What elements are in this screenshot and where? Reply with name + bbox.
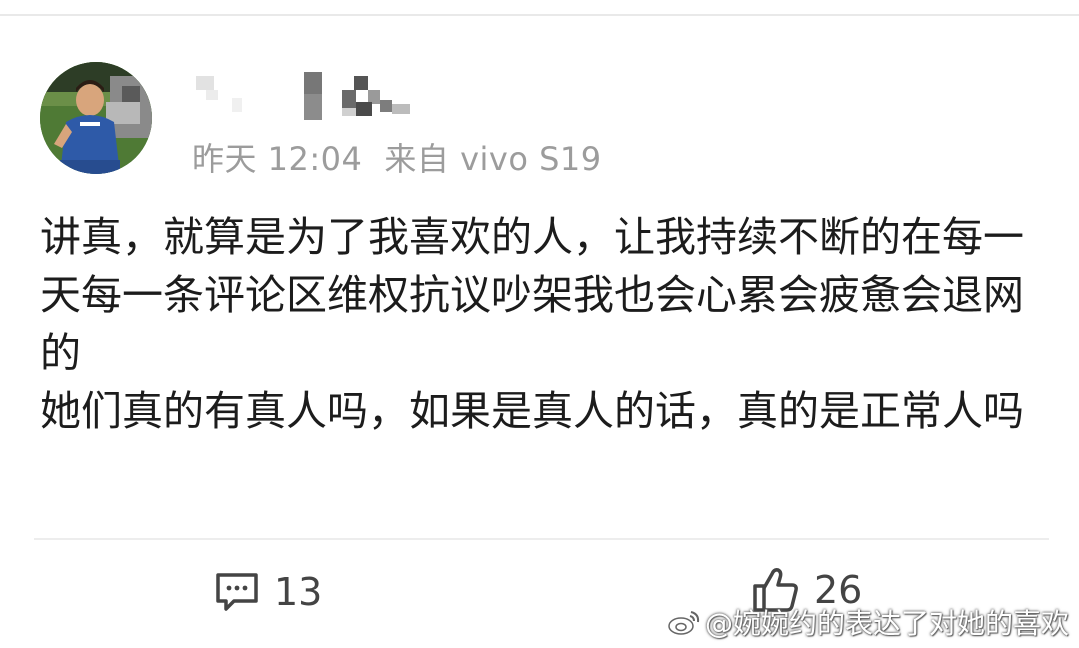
comment-button[interactable]: 13 [214,570,322,614]
comment-icon [216,573,258,611]
avatar-image [40,62,152,174]
username-censored[interactable] [196,72,426,122]
content-paragraph: 她们真的有真人吗，如果是真人的话，真的是正常人吗 [40,387,1024,435]
post-time: 昨天 12:04 [192,140,363,178]
weibo-watermark: @婉婉约的表达了对她的喜欢 [667,602,1069,642]
avatar[interactable] [40,62,152,174]
comment-count: 13 [274,570,323,614]
content-paragraph: 讲真，就算是为了我喜欢的人，让我持续不断的在每一天每一条评论区维权抗议吵架我也会… [40,213,1024,377]
watermark-text: @婉婉约的表达了对她的喜欢 [704,607,1069,640]
post-meta: 昨天 12:04 来自 vivo S19 [192,134,602,180]
pixelated-username [196,72,410,120]
content-divider [34,538,1049,540]
top-divider [0,14,1079,16]
post-content: 讲真，就算是为了我喜欢的人，让我持续不断的在每一天每一条评论区维权抗议吵架我也会… [40,208,1040,440]
weibo-logo-icon [668,611,700,635]
post-source[interactable]: 来自 vivo S19 [384,140,601,178]
